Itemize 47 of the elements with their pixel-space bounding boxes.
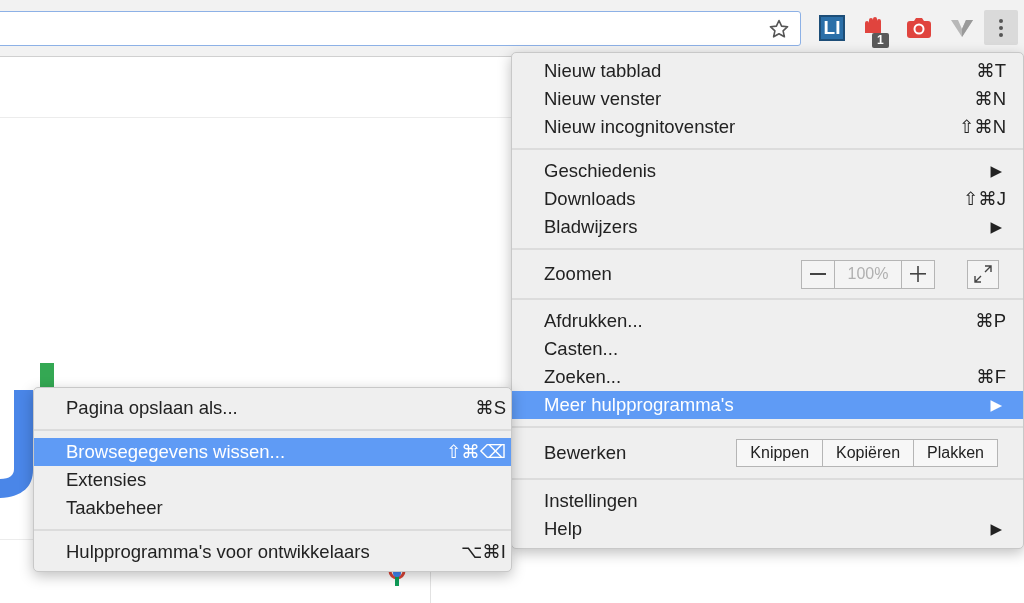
submenu-arrow: ▶ [990, 396, 1003, 414]
hand-icon[interactable] [862, 15, 884, 33]
shortcut-label: ⌘S [475, 397, 506, 419]
menu-item[interactable]: Hulpprogramma's voor ontwikkelaars ⌥⌘I [34, 538, 511, 566]
shortcut-label: ⇧⌘N [958, 116, 1006, 138]
count-badge: 1 [872, 33, 889, 48]
menu-label: Bewerken [544, 442, 627, 464]
menu-dots-icon [998, 17, 1004, 38]
menu-item[interactable]: Zoeken... ⌘F [512, 363, 1023, 391]
menu-item[interactable]: Nieuw incognitovenster ⇧⌘N [512, 113, 1023, 141]
menu-item[interactable]: Bladwijzers ▶ [512, 213, 1023, 241]
shortcut-label: ⇧⌘⌫ [445, 441, 506, 463]
edit-button[interactable]: Kopiëren [822, 440, 914, 466]
zoom-value: 100% [834, 260, 902, 288]
menu-item[interactable]: Instellingen [512, 487, 1023, 515]
edit-button[interactable]: Plakken [913, 440, 997, 466]
star-icon[interactable] [768, 17, 790, 40]
shortcut-label: ⇧⌘J [962, 188, 1006, 210]
menu-item[interactable]: Nieuw venster ⌘N [512, 85, 1023, 113]
menu-item[interactable]: Downloads ⇧⌘J [512, 185, 1023, 213]
menu-item[interactable]: Afdrukken... ⌘P [512, 307, 1023, 335]
shortcut-label: ⌘P [975, 310, 1006, 332]
plus-icon [909, 265, 927, 283]
shortcut-label: ⌥⌘I [461, 541, 506, 563]
extension-button[interactable]: LI [819, 15, 845, 41]
menu-item[interactable]: Taakbeheer [34, 494, 511, 522]
menu-label: Zoomen [544, 263, 612, 285]
shortcut-label: ⌘N [974, 88, 1006, 110]
menu-item[interactable]: Extensies [34, 466, 511, 494]
menu-button[interactable] [984, 10, 1018, 45]
menu-item[interactable]: Help ▶ [512, 515, 1023, 543]
menu-item[interactable]: Geschiedenis ▶ [512, 157, 1023, 185]
edit-button[interactable]: Knippen [737, 440, 823, 466]
submenu-arrow: ▶ [990, 162, 1003, 180]
menu-item[interactable]: Casten... [512, 335, 1023, 363]
camera-icon[interactable] [905, 16, 933, 40]
fullscreen-button[interactable] [967, 259, 999, 289]
submenu-arrow: ▶ [990, 218, 1003, 236]
menu-item[interactable]: Nieuw tabblad ⌘T [512, 57, 1023, 85]
minus-icon [810, 273, 826, 275]
menu-item[interactable]: Pagina opslaan als... ⌘S [34, 394, 511, 422]
address-field[interactable] [0, 11, 801, 46]
fullscreen-icon [973, 264, 993, 284]
shortcut-label: ⌘T [976, 60, 1006, 82]
submenu-arrow: ▶ [990, 520, 1003, 538]
v-shape-icon[interactable] [950, 18, 974, 38]
shortcut-label: ⌘F [976, 366, 1006, 388]
